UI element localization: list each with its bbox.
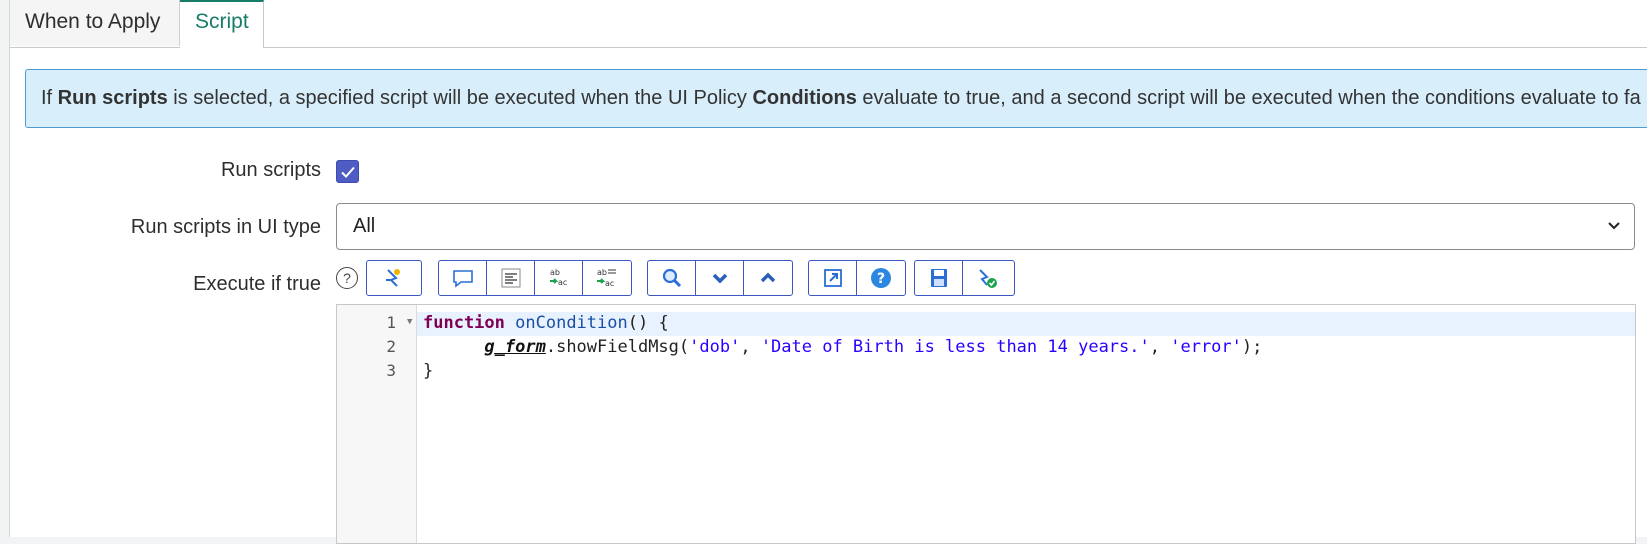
object-name: g_form [484,337,546,357]
search-button[interactable] [648,261,696,295]
syntax-check-button[interactable] [963,261,1011,295]
string-literal: 'Date of Birth is less than 14 years.' [760,337,1150,357]
code-text: , [1149,337,1171,357]
code-text: () { [627,313,669,333]
save-button[interactable] [915,261,963,295]
comment-button[interactable] [439,261,487,295]
replace-icon: abac [549,268,567,287]
string-literal: 'error' [1170,337,1242,357]
search-icon [662,268,681,288]
help-icon: ? [871,268,891,288]
checkmark-icon [340,166,355,178]
save-icon [930,269,947,287]
tab-script[interactable]: Script [180,0,264,48]
line-number: 1 [386,313,396,332]
tab-bar: When to Apply Script [10,0,1647,48]
syntax-check-icon [979,269,997,288]
fullscreen-icon [823,269,842,287]
format-button[interactable] [487,261,535,295]
format-icon [501,268,520,288]
ui-type-label: Run scripts in UI type [130,216,321,238]
comment-icon [452,270,473,288]
keyword: function [423,313,505,333]
replace-all-button[interactable]: ab ac [583,261,631,295]
toolbar-group-save [914,260,1015,296]
fullscreen-button[interactable] [809,261,857,295]
tab-when-to-apply[interactable]: When to Apply [10,0,180,46]
fold-arrow-icon[interactable]: ▼ [407,317,412,327]
code-text: .showFieldMsg( [545,337,690,357]
next-button[interactable] [696,261,744,295]
script-debug-icon [386,269,400,287]
toolbar-group-edit: ab ac ab ac [438,260,632,296]
code-text: ); [1241,337,1263,357]
line-number: 2 [386,337,396,356]
line-number: 3 [386,361,396,380]
run-scripts-checkbox[interactable] [336,160,359,183]
svg-text:?: ? [877,271,885,287]
help-circle-icon[interactable]: ? [336,267,358,289]
code-line-1: function onCondition() { [423,313,669,333]
run-scripts-label: Run scripts [220,159,321,181]
toolbar-group-debug [366,260,422,296]
help-button[interactable]: ? [857,261,905,295]
svg-text:ac: ac [605,279,614,288]
code-text: , [740,337,761,357]
execute-if-true-label: Execute if true [193,273,321,295]
ui-type-value: All [353,215,376,237]
svg-text:ab: ab [597,268,607,277]
svg-text:ab: ab [550,268,560,277]
banner-text-3: evaluate to true, and a second script wi… [856,87,1641,109]
script-debug-button[interactable] [367,261,421,295]
replace-button[interactable]: ab ac [535,261,583,295]
chevron-up-icon [760,272,776,283]
banner-text-1: If [41,87,58,109]
chevron-down-icon [712,273,727,284]
code-line-3: } [423,361,434,381]
form-page: When to Apply Script If Run scripts is s… [9,0,1647,544]
banner-bold-run-scripts: Run scripts [57,87,168,109]
previous-button[interactable] [744,261,792,295]
string-literal: 'dob' [689,337,741,357]
svg-text:ac: ac [558,278,567,287]
chevron-down-icon [1606,204,1622,266]
ui-type-select[interactable]: All [336,203,1635,250]
function-name: onCondition [515,313,628,333]
banner-bold-conditions: Conditions [752,87,857,109]
replace-all-icon: ab ac [597,268,616,288]
toolbar-group-view: ? [808,260,906,296]
toolbar-group-search [647,260,793,296]
script-editor[interactable]: 1 ▼ 2 3 function onCondition() { g_form.… [336,304,1636,544]
info-banner: If Run scripts is selected, a specified … [25,69,1647,128]
line-gutter: 1 ▼ 2 3 [337,305,417,543]
banner-text-2: is selected, a specified script will be … [167,87,753,109]
code-line-2: g_form.showFieldMsg('dob', 'Date of Birt… [423,337,1262,357]
